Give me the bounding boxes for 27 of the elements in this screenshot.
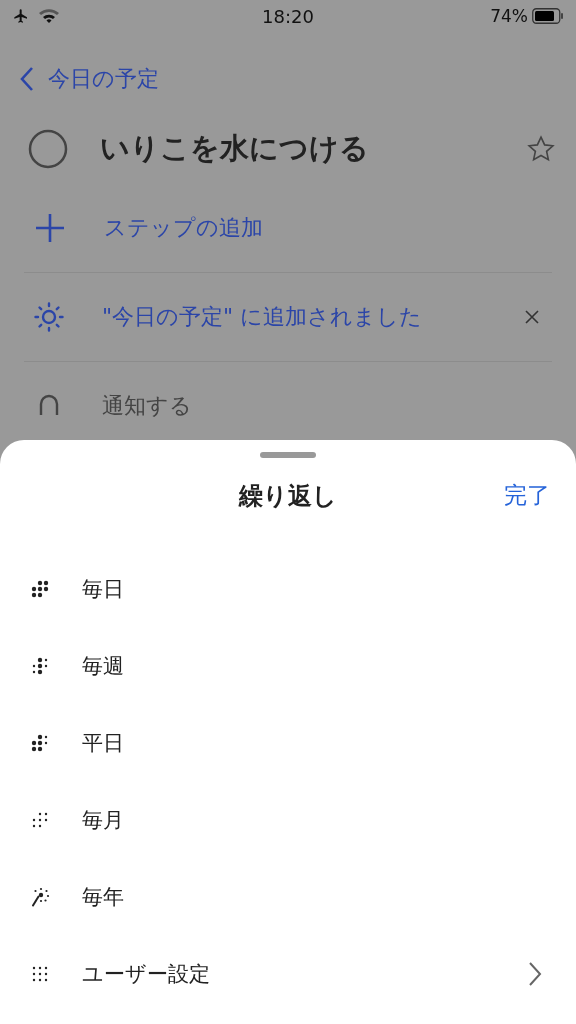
done-button[interactable]: 完了 — [504, 480, 550, 511]
chevron-left-icon — [20, 66, 34, 92]
close-icon[interactable] — [524, 309, 540, 325]
dots-icon — [30, 732, 50, 753]
status-time: 18:20 — [262, 5, 314, 27]
dots-icon — [30, 578, 50, 599]
repeat-option[interactable]: 平日 — [0, 704, 576, 781]
drag-handle[interactable] — [260, 452, 316, 458]
repeat-option[interactable]: ユーザー設定 — [0, 935, 576, 1012]
battery-icon — [532, 8, 564, 24]
repeat-option[interactable]: 毎週 — [0, 627, 576, 704]
checkbox-circle[interactable] — [28, 129, 68, 169]
airplane-icon — [12, 8, 30, 24]
chevron-right-icon — [528, 960, 542, 987]
battery-percent: 74% — [490, 6, 528, 26]
wifi-icon — [38, 8, 60, 24]
firework-icon — [30, 886, 50, 907]
sun-icon — [34, 302, 64, 332]
plus-icon[interactable] — [34, 212, 66, 244]
task-title: いりこを水につける — [100, 130, 370, 167]
star-icon[interactable] — [526, 134, 556, 164]
repeat-option[interactable]: 毎年 — [0, 858, 576, 935]
my-day-label: "今日の予定" に追加されました — [102, 303, 424, 331]
sheet-title: 繰り返し — [239, 481, 337, 512]
repeat-option[interactable]: 毎日 — [0, 550, 576, 627]
dots-icon — [30, 655, 50, 676]
repeat-option[interactable]: 毎月 — [0, 781, 576, 858]
